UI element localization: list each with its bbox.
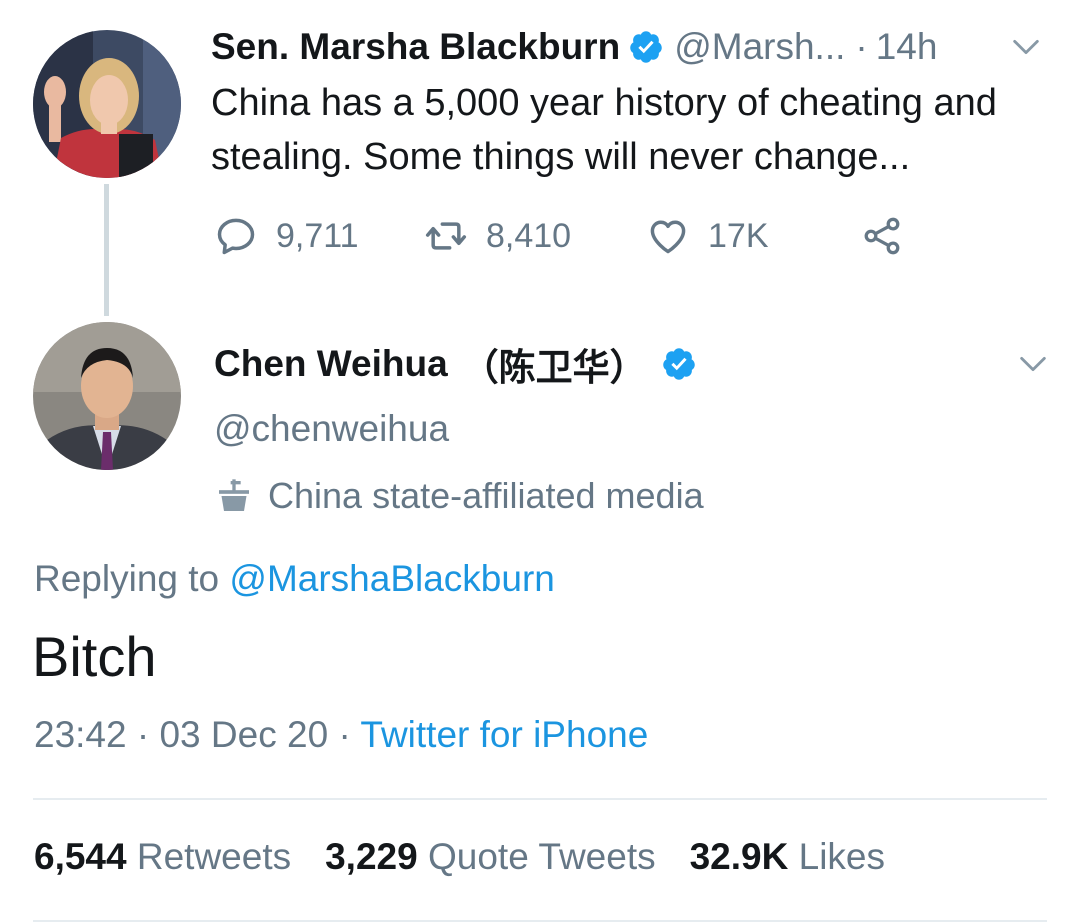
tweet2-date: 03 Dec 20 <box>159 714 329 755</box>
tweet2-author-handle[interactable]: @chenweihua <box>214 408 449 450</box>
state-media-label-text: China state-affiliated media <box>268 475 704 516</box>
tweet2-client-link[interactable]: Twitter for iPhone <box>360 714 648 755</box>
quote-tweets-stat[interactable]: 3,229 Quote Tweets <box>325 836 656 877</box>
likes-count: 32.9K <box>689 836 789 877</box>
reply-button[interactable]: 9,711 <box>214 208 359 264</box>
verified-badge-icon <box>630 31 662 63</box>
tweet1-action-bar: 9,711 8,410 17K <box>214 208 934 264</box>
tweet2-author-name-row: Chen Weihua （陈卫华） <box>214 336 697 392</box>
tweet2-stats: 6,544 Retweets 3,229 Quote Tweets 32.9K Li… <box>34 836 885 878</box>
retweets-count: 6,544 <box>34 836 127 877</box>
tweet2-time: 23:42 <box>34 714 127 755</box>
tweet2-meta: 23:42 · 03 Dec 20 · Twitter for iPhone <box>34 714 648 756</box>
tweet1-header: Sen. Marsha Blackburn @Marsh... · 14h <box>211 22 937 72</box>
chevron-down-icon[interactable] <box>1009 30 1043 64</box>
tweet1-author-name[interactable]: Sen. Marsha Blackburn <box>211 26 620 68</box>
divider <box>33 798 1047 800</box>
like-icon <box>650 220 686 254</box>
quote-tweets-count: 3,229 <box>325 836 418 877</box>
tweet1-text-line2: stealing. Some things will never change.… <box>211 136 911 178</box>
divider <box>33 920 1047 922</box>
share-icon <box>864 217 900 255</box>
reply-icon <box>217 218 255 255</box>
replying-to: Replying to @MarshaBlackburn <box>34 558 555 600</box>
thread-connector-line <box>104 184 109 316</box>
tweet1-text-line1: China has a 5,000 year history of cheati… <box>211 82 997 124</box>
chevron-down-icon[interactable] <box>1016 347 1050 381</box>
replying-to-prefix: Replying to <box>34 558 220 599</box>
tweet1-separator: · <box>855 26 868 67</box>
avatar-chen-weihua[interactable] <box>33 322 181 470</box>
like-button[interactable]: 17K <box>646 208 769 264</box>
tweet2-meta-separator: · <box>136 714 150 755</box>
replying-to-mention[interactable]: @MarshaBlackburn <box>229 558 554 599</box>
retweets-label: Retweets <box>136 836 292 877</box>
share-button[interactable] <box>860 208 904 264</box>
tweet2-text: Bitch <box>32 625 157 688</box>
like-count: 17K <box>708 216 769 255</box>
reply-count: 9,711 <box>276 216 359 255</box>
retweet-icon <box>425 222 467 250</box>
state-media-icon <box>219 479 249 511</box>
likes-label: Likes <box>798 836 886 877</box>
avatar-marsha-blackburn[interactable] <box>33 30 181 178</box>
tweet2-meta-separator-2: · <box>338 714 351 755</box>
retweet-button[interactable]: 8,410 <box>424 208 571 264</box>
retweets-stat[interactable]: 6,544 Retweets <box>34 836 291 877</box>
tweet1-text: China has a 5,000 year history of cheati… <box>211 76 1061 184</box>
verified-badge-icon <box>662 348 695 380</box>
state-media-label[interactable]: China state-affiliated media <box>214 470 704 522</box>
tweet1-author-handle[interactable]: @Marsh... <box>674 26 845 68</box>
likes-stat[interactable]: 32.9K Likes <box>690 836 885 877</box>
tweet2-author-name-cjk[interactable]: （陈卫华） <box>462 337 647 391</box>
quote-tweets-label: Quote Tweets <box>427 836 656 877</box>
retweet-count: 8,410 <box>486 216 572 255</box>
tweet2-author-name[interactable]: Chen Weihua <box>214 343 448 385</box>
tweet1-timestamp[interactable]: 14h <box>876 26 938 68</box>
